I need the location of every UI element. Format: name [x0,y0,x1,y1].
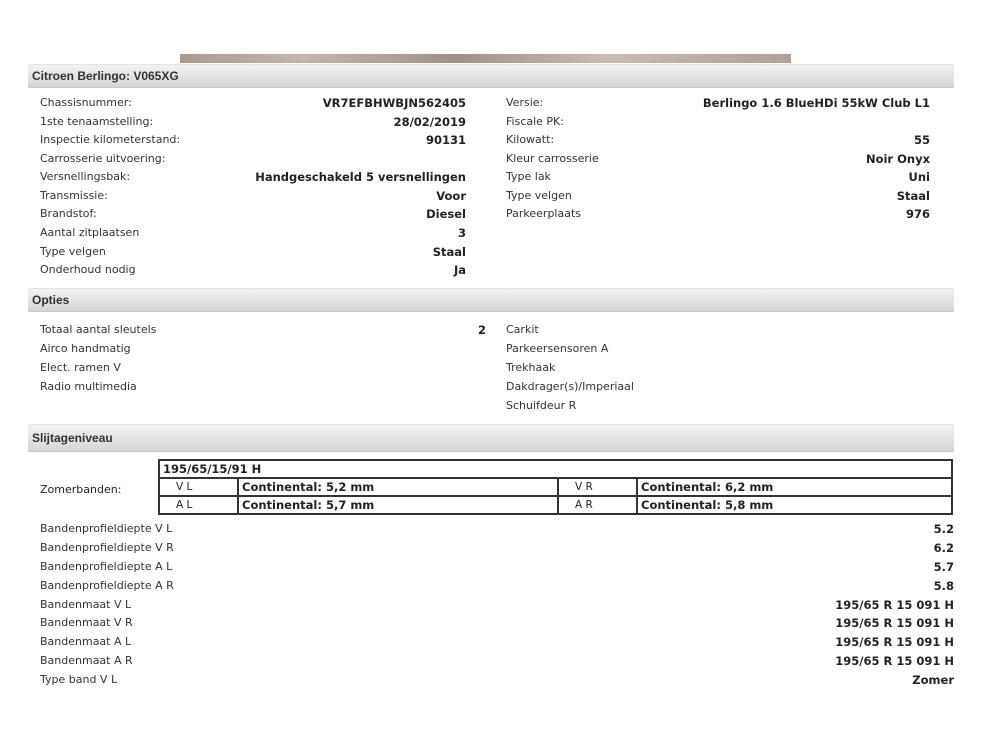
options-section-header: Opties [28,288,954,312]
wear-value: Zomer [912,673,954,687]
option-item: Parkeersensoren A [506,342,609,355]
option-label: Radio multimedia [40,380,137,393]
field-label: Transmissie: [40,189,108,202]
option-value: 2 [477,323,486,337]
wear-value: 5.7 [933,560,954,574]
field-value: 55 [913,133,930,147]
wear-title: Slijtageniveau [32,431,113,445]
field-label: Brandstof: [40,207,97,220]
field-label: Chassisnummer: [40,96,132,109]
field-label: Versie: [506,96,544,109]
tyre-depth: Continental: 5,8 mm [636,495,953,515]
field-label: Fiscale PK: [506,115,564,128]
wear-label: Bandenmaat V R [40,616,133,629]
field-label: Carrosserie uitvoering: [40,152,166,165]
tyre-size: 195/65/15/91 H [158,459,953,479]
option-label: Totaal aantal sleutels [40,323,157,336]
field-label: Onderhoud nodig [40,263,136,276]
wear-value: 195/65 R 15 091 H [835,635,954,649]
field-value: VR7EFBHWBJN562405 [322,96,466,110]
tyre-position: A R [557,495,638,515]
field-value: Berlingo 1.6 BlueHDi 55kW Club L1 [702,96,930,110]
field-value: Ja [453,263,466,277]
field-value: Handgeschakeld 5 versnellingen [255,170,466,184]
option-label: Airco handmatig [40,342,131,355]
field-label: Type lak [506,170,551,183]
field-value: Uni [908,170,930,184]
wear-label: Bandenprofieldiepte V R [40,541,174,554]
field-label: Type velgen [40,245,106,258]
wear-value: 195/65 R 15 091 H [835,616,954,630]
tyre-season-label: Zomerbanden: [40,483,122,496]
tyre-position: V L [158,477,239,497]
vehicle-section-header: Citroen Berlingo: V065XG [28,64,954,88]
field-value: Staal [432,245,466,259]
wear-value: 6.2 [933,541,954,555]
table-row: A L Continental: 5,7 mm A R Continental:… [158,495,953,515]
field-value: Voor [436,189,466,203]
wear-label: Type band V L [40,673,118,686]
tyre-depth: Continental: 6,2 mm [636,477,953,497]
wear-value: 195/65 R 15 091 H [835,598,954,612]
vehicle-photo-strip [180,54,791,63]
wear-label: Bandenprofieldiepte A R [40,579,174,592]
field-value: Diesel [426,207,466,221]
field-label: Parkeerplaats [506,207,582,220]
field-value: 28/02/2019 [393,115,466,129]
field-value: Staal [896,189,930,203]
option-label: Elect. ramen V [40,361,121,374]
wear-label: Bandenprofieldiepte A L [40,560,173,573]
wear-label: Bandenmaat A R [40,654,133,667]
wear-label: Bandenmaat V L [40,598,132,611]
tyre-depth: Continental: 5,2 mm [237,477,559,497]
field-label: Aantal zitplaatsen [40,226,140,239]
wear-value: 195/65 R 15 091 H [835,654,954,668]
field-label: Kilowatt: [506,133,555,146]
field-label: Versnellingsbak: [40,170,131,183]
field-label: Inspectie kilometerstand: [40,133,181,146]
field-label: Type velgen [506,189,572,202]
field-value: 3 [457,226,466,240]
options-title: Opties [32,293,70,307]
wear-value: 5.2 [933,522,954,536]
page-title: Citroen Berlingo: V065XG [32,69,179,83]
tyre-table: 195/65/15/91 H V L Continental: 5,2 mm V… [158,459,953,515]
option-item: Trekhaak [506,361,556,374]
option-item: Dakdrager(s)/Imperiaal [506,380,634,393]
tyre-position: V R [557,477,638,497]
option-item: Carkit [506,323,539,336]
tyre-depth: Continental: 5,7 mm [237,495,559,515]
wear-label: Bandenprofieldiepte V L [40,522,173,535]
field-label: 1ste tenaamstelling: [40,115,154,128]
option-item: Schuifdeur R [506,399,577,412]
field-label: Kleur carrosserie [506,152,599,165]
field-value: 90131 [425,133,466,147]
tyre-position: A L [158,495,239,515]
table-row: V L Continental: 5,2 mm V R Continental:… [158,477,953,497]
table-row: 195/65/15/91 H [158,459,953,479]
wear-value: 5.8 [933,579,954,593]
wear-label: Bandenmaat A L [40,635,132,648]
wear-section-header: Slijtageniveau [28,424,954,452]
field-value: Noir Onyx [865,152,930,166]
field-value: 976 [905,207,930,221]
